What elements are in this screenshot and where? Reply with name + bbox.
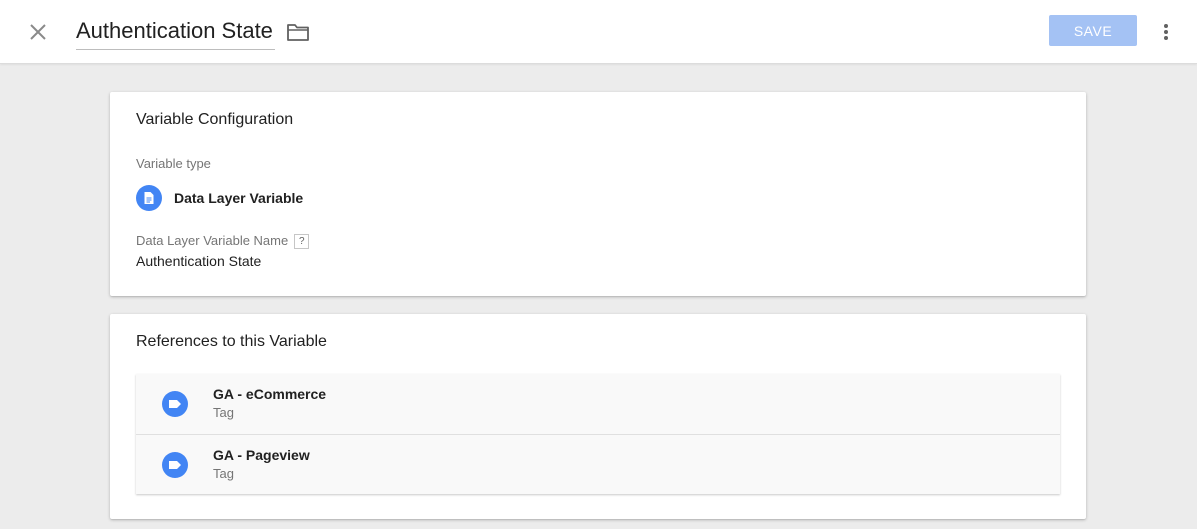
data-layer-name-value: Authentication State [136, 253, 262, 269]
card-title: Variable Configuration [136, 111, 294, 128]
reference-type: Tag [213, 405, 234, 420]
close-icon [30, 24, 46, 40]
folder-icon [287, 24, 309, 41]
data-layer-name-label-row: Data Layer Variable Name? [136, 233, 310, 250]
more-vert-icon [1164, 24, 1168, 40]
list-item[interactable]: GA - Pageview Tag [136, 434, 1060, 494]
tag-icon [162, 391, 188, 417]
title-input[interactable]: Authentication State [76, 14, 275, 50]
help-icon[interactable]: ? [294, 234, 310, 250]
page-title: Authentication State [76, 18, 273, 43]
data-layer-name-label: Data Layer Variable Name [136, 233, 289, 248]
save-button[interactable]: SAVE [1049, 15, 1137, 46]
references-list: GA - eCommerce Tag GA - Pageview Tag [136, 374, 1060, 494]
close-button[interactable] [24, 18, 52, 46]
more-options-button[interactable] [1156, 18, 1176, 46]
list-item[interactable]: GA - eCommerce Tag [136, 374, 1060, 434]
reference-name: GA - eCommerce [213, 386, 327, 402]
variable-configuration-card[interactable]: Variable Configuration Variable type Dat… [110, 92, 1086, 296]
top-bar: Authentication State SAVE [0, 0, 1197, 64]
variable-type-name: Data Layer Variable [174, 190, 304, 206]
variable-type-row: Data Layer Variable [136, 185, 303, 211]
folder-button[interactable] [284, 19, 312, 45]
variable-type-label: Variable type [136, 156, 211, 171]
document-icon [136, 185, 162, 211]
reference-name: GA - Pageview [213, 447, 310, 463]
tag-icon [162, 452, 188, 478]
card-title: References to this Variable [136, 333, 327, 350]
reference-type: Tag [213, 466, 234, 481]
references-card: References to this Variable GA - eCommer… [110, 314, 1086, 519]
